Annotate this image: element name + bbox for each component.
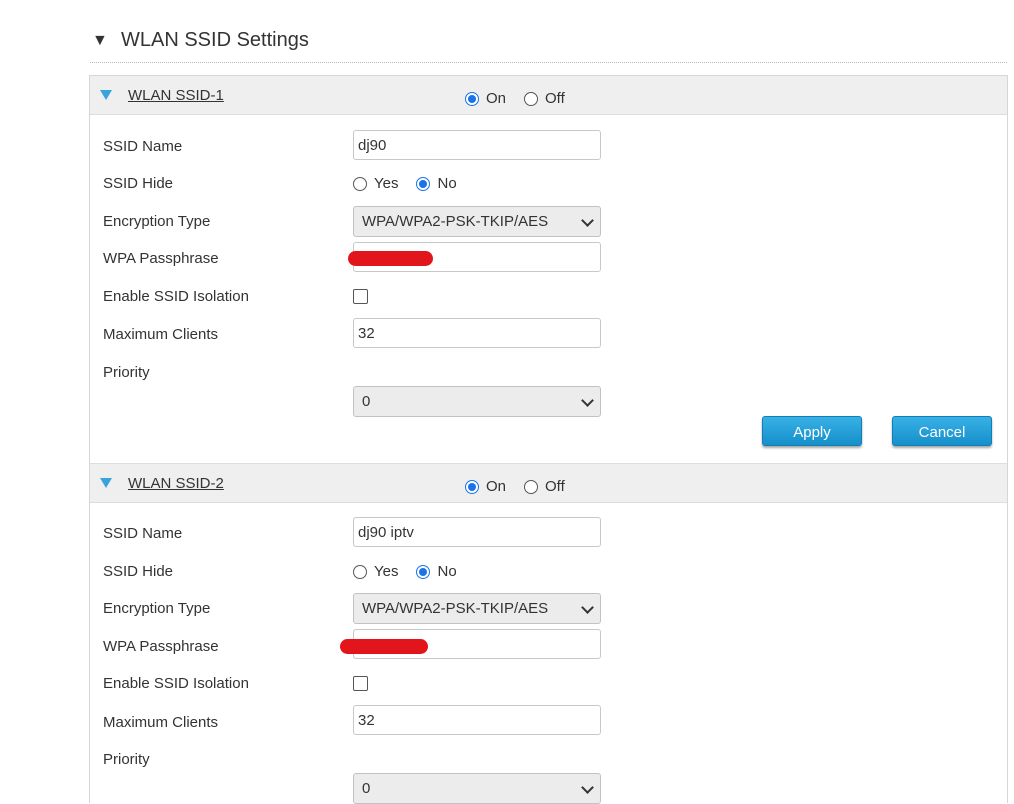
hide-no-option[interactable]: No: [416, 175, 457, 192]
encryption-type-select[interactable]: WPA/WPA2-PSK-TKIP/AES: [353, 206, 601, 237]
hide-no-radio[interactable]: [416, 176, 431, 191]
chevron-down-icon: [581, 601, 594, 614]
section-collapse-icon[interactable]: [100, 90, 112, 100]
hide-yes-option[interactable]: Yes: [353, 563, 398, 580]
ssid-isolation-checkbox[interactable]: [353, 676, 368, 691]
priority-label: Priority: [103, 364, 150, 381]
chevron-down-icon: [581, 214, 594, 227]
page-header: ▼ WLAN SSID Settings: [90, 24, 1007, 63]
priority-label: Priority: [103, 751, 150, 768]
ssid-isolation-label: Enable SSID Isolation: [103, 675, 249, 692]
encryption-type-label: Encryption Type: [103, 600, 211, 617]
chevron-down-icon: [581, 394, 594, 407]
off-radio[interactable]: [524, 91, 539, 106]
priority-select[interactable]: 0: [353, 773, 601, 804]
collapse-triangle-icon[interactable]: ▼: [92, 32, 108, 50]
priority-value: 0: [362, 780, 371, 797]
section-title[interactable]: WLAN SSID-2: [128, 475, 224, 492]
section-header: WLAN SSID-2 On Off: [90, 463, 1007, 503]
off-label: Off: [545, 478, 565, 495]
on-option[interactable]: On: [465, 90, 506, 107]
redaction-mark: [340, 639, 428, 654]
hide-yes-option[interactable]: Yes: [353, 175, 398, 192]
wpa-passphrase-label: WPA Passphrase: [103, 250, 219, 267]
max-clients-input[interactable]: 32: [353, 705, 601, 735]
ssid-isolation-checkbox[interactable]: [353, 289, 368, 304]
hide-yes-radio[interactable]: [353, 176, 367, 191]
redaction-mark: [348, 251, 433, 266]
page-title: WLAN SSID Settings: [121, 29, 309, 51]
max-clients-label: Maximum Clients: [103, 326, 219, 343]
ssid-name-label: SSID Name: [103, 525, 183, 542]
section-header: WLAN SSID-1 On Off: [90, 76, 1007, 115]
encryption-type-value: WPA/WPA2-PSK-TKIP/AES: [362, 600, 549, 617]
wpa-passphrase-label: WPA Passphrase: [103, 638, 219, 655]
yes-label: Yes: [374, 175, 399, 192]
off-option[interactable]: Off: [524, 90, 565, 107]
ssid-hide-radio-group: Yes No: [353, 563, 475, 580]
no-label: No: [437, 563, 457, 580]
wpa-passphrase-input[interactable]: [340, 629, 601, 659]
on-label: On: [486, 90, 507, 107]
off-radio[interactable]: [524, 479, 539, 494]
ssid-name-input[interactable]: dj90 iptv: [353, 517, 601, 547]
enable-radio-group: On Off: [465, 90, 583, 107]
no-label: No: [437, 175, 457, 192]
apply-button[interactable]: Apply: [762, 416, 862, 446]
ssid-hide-label: SSID Hide: [103, 563, 174, 580]
ssid-hide-label: SSID Hide: [103, 175, 174, 192]
ssid-section-1: WLAN SSID-1 On Off SSID Name dj90 SSID H…: [89, 75, 1008, 464]
on-radio[interactable]: [465, 479, 479, 494]
hide-yes-radio[interactable]: [353, 564, 367, 579]
wpa-passphrase-input[interactable]: [348, 242, 601, 272]
section-collapse-icon[interactable]: [100, 478, 112, 488]
encryption-type-value: WPA/WPA2-PSK-TKIP/AES: [362, 213, 549, 230]
ssid-section-2: WLAN SSID-2 On Off SSID Name dj90 iptv S…: [89, 463, 1008, 804]
hide-no-radio[interactable]: [416, 564, 431, 579]
cancel-button[interactable]: Cancel: [892, 416, 992, 446]
ssid-hide-radio-group: Yes No: [353, 175, 475, 192]
hide-no-option[interactable]: No: [416, 563, 457, 580]
max-clients-input[interactable]: 32: [353, 318, 601, 348]
on-radio[interactable]: [465, 91, 479, 106]
ssid-name-label: SSID Name: [103, 138, 183, 155]
yes-label: Yes: [374, 563, 399, 580]
encryption-type-select[interactable]: WPA/WPA2-PSK-TKIP/AES: [353, 593, 601, 624]
chevron-down-icon: [581, 781, 594, 794]
ssid-name-input[interactable]: dj90: [353, 130, 601, 160]
on-label: On: [486, 478, 507, 495]
max-clients-label: Maximum Clients: [103, 714, 219, 731]
priority-value: 0: [362, 393, 371, 410]
encryption-type-label: Encryption Type: [103, 213, 211, 230]
enable-radio-group: On Off: [465, 478, 583, 495]
ssid-isolation-label: Enable SSID Isolation: [103, 288, 249, 305]
off-label: Off: [545, 90, 565, 107]
on-option[interactable]: On: [465, 478, 506, 495]
off-option[interactable]: Off: [524, 478, 565, 495]
section-title[interactable]: WLAN SSID-1: [128, 87, 224, 104]
priority-select[interactable]: 0: [353, 386, 601, 417]
